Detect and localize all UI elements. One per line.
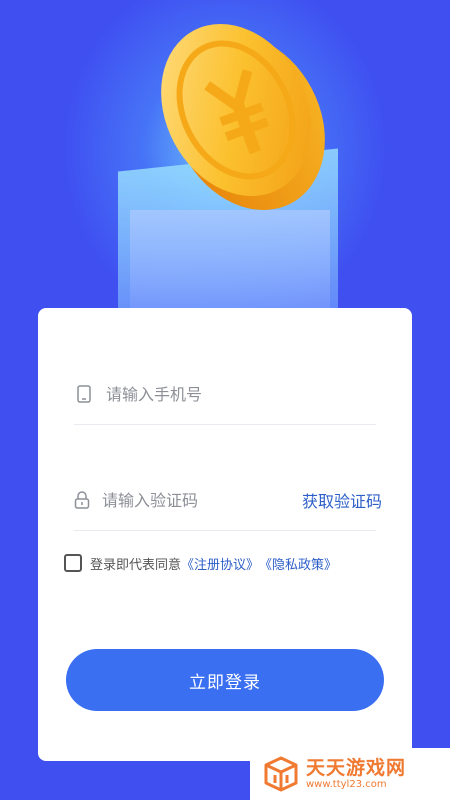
lock-icon — [74, 490, 90, 510]
agreement-row: 登录即代表同意 《注册协议》 《隐私政策》 — [64, 551, 337, 575]
agreement-checkbox[interactable] — [64, 554, 82, 572]
divider — [74, 530, 376, 531]
code-row: 获取验证码 — [74, 472, 382, 528]
watermark-title: 天天游戏网 — [306, 757, 407, 779]
code-input[interactable] — [102, 488, 302, 512]
login-button[interactable]: 立即登录 — [66, 649, 384, 711]
phone-input[interactable] — [106, 382, 376, 406]
yuan-coin-icon — [140, 10, 340, 230]
login-card: 获取验证码 登录即代表同意 《注册协议》 《隐私政策》 立即登录 — [38, 308, 412, 761]
hero-illustration — [0, 0, 450, 330]
watermark: 天天游戏网 www.ttyl23.com — [250, 748, 450, 800]
get-code-button[interactable]: 获取验证码 — [302, 488, 382, 512]
box-logo-icon — [262, 755, 300, 793]
register-agreement-link[interactable]: 《注册协议》 — [181, 554, 259, 573]
agreement-text: 登录即代表同意 — [90, 557, 182, 573]
phone-row — [74, 366, 376, 422]
watermark-url: www.ttyl23.com — [306, 779, 387, 790]
divider — [74, 424, 376, 425]
privacy-policy-link[interactable]: 《隐私政策》 — [259, 554, 337, 573]
phone-icon — [74, 384, 94, 404]
